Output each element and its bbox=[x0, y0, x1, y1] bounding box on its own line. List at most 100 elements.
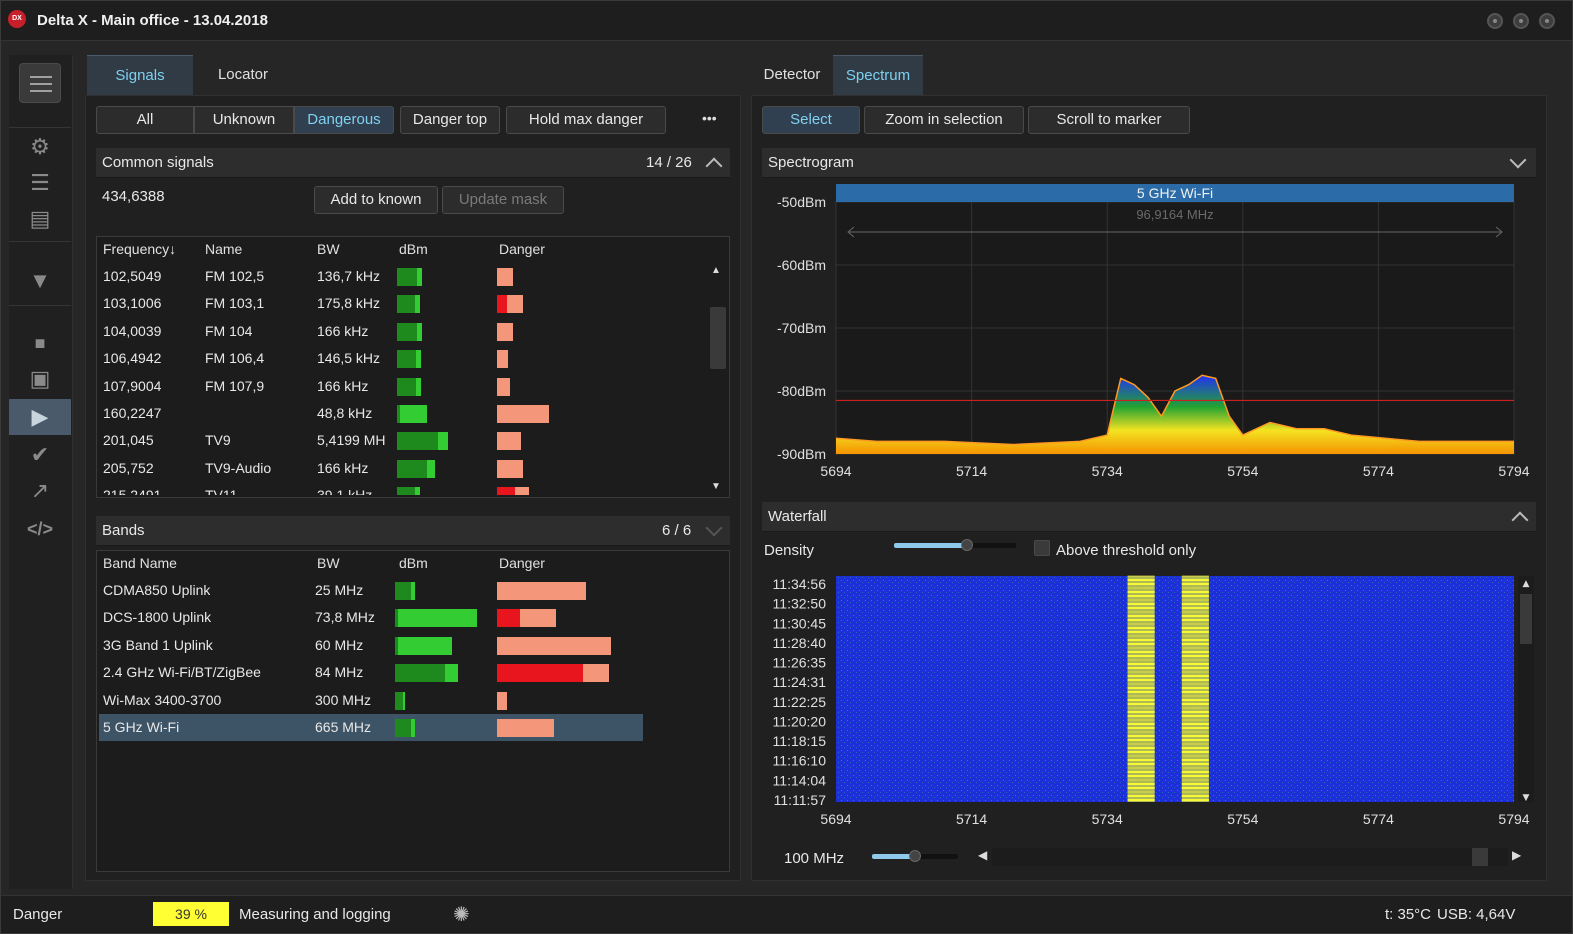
scroll-up-icon[interactable]: ▲ bbox=[711, 265, 721, 276]
scroll-up-icon[interactable]: ▲ bbox=[1523, 579, 1530, 589]
bands-header[interactable]: Bands 6 / 6 bbox=[96, 516, 730, 546]
table-row[interactable]: CDMA850 Uplink 25 MHz bbox=[99, 577, 643, 604]
danger-bar bbox=[497, 268, 597, 286]
col-name[interactable]: Name bbox=[205, 241, 242, 257]
tab-locator[interactable]: Locator bbox=[193, 55, 293, 95]
cell-name: TV9 bbox=[205, 432, 231, 449]
col-band-danger[interactable]: Danger bbox=[499, 555, 545, 571]
waterfall-header[interactable]: Waterfall bbox=[762, 502, 1536, 532]
antenna-icon[interactable]: ▼ bbox=[9, 263, 71, 299]
danger-bar bbox=[497, 487, 597, 495]
danger-bar bbox=[497, 350, 597, 369]
filter-dangerous-button[interactable]: Dangerous bbox=[294, 106, 394, 134]
image-icon[interactable]: ▣ bbox=[9, 361, 71, 397]
select-button[interactable]: Select bbox=[762, 106, 860, 134]
density-slider[interactable] bbox=[894, 539, 1016, 551]
add-to-known-button[interactable]: Add to known bbox=[314, 186, 438, 214]
col-danger[interactable]: Danger bbox=[499, 241, 545, 257]
filter-unknown-button[interactable]: Unknown bbox=[194, 106, 294, 134]
collapse-up-icon[interactable] bbox=[1511, 511, 1529, 529]
minimize-button[interactable] bbox=[1487, 13, 1503, 29]
danger-percent-badge: 39 % bbox=[153, 902, 229, 926]
table-row[interactable]: 5 GHz Wi-Fi 665 MHz bbox=[99, 714, 643, 741]
horizontal-scrollbar[interactable] bbox=[992, 848, 1508, 866]
tab-signals[interactable]: Signals bbox=[87, 55, 193, 95]
danger-top-button[interactable]: Danger top bbox=[400, 106, 500, 134]
app-logo-icon: DX bbox=[8, 10, 26, 28]
zoom-in-selection-button[interactable]: Zoom in selection bbox=[864, 106, 1024, 134]
hold-max-danger-button[interactable]: Hold max danger bbox=[506, 106, 666, 134]
spectrogram-chart[interactable]: 5694 5714 5734 5754 5774 5794 -50dBm -60dBm -70d… bbox=[762, 184, 1536, 494]
signals-scrollbar[interactable]: ▲ ▼ bbox=[709, 263, 727, 495]
table-row[interactable]: 106,4942 FM 106,4 146,5 kHz bbox=[99, 345, 707, 372]
cell-freq: 106,4942 bbox=[103, 350, 162, 367]
table-row[interactable]: 102,5049 FM 102,5 136,7 kHz bbox=[99, 263, 707, 290]
gear-icon[interactable]: ⚙ bbox=[9, 129, 71, 165]
table-row[interactable]: DCS-1800 Uplink 73,8 MHz bbox=[99, 604, 643, 631]
col-bw[interactable]: BW bbox=[317, 241, 340, 257]
tab-detector[interactable]: Detector bbox=[751, 55, 833, 95]
stop-icon[interactable]: ■ bbox=[9, 325, 71, 361]
scroll-thumb[interactable] bbox=[710, 307, 726, 369]
col-frequency[interactable]: Frequency↓ bbox=[103, 241, 176, 257]
play-icon[interactable]: ▶ bbox=[9, 399, 71, 435]
time-tick-label: 11:26:35 bbox=[773, 655, 827, 671]
trend-icon[interactable]: ↗ bbox=[9, 473, 71, 509]
span-slider[interactable] bbox=[872, 850, 958, 862]
cell-freq: 103,1006 bbox=[103, 295, 162, 312]
table-row[interactable]: 3G Band 1 Uplink 60 MHz bbox=[99, 632, 643, 659]
waterfall-scroll-thumb[interactable] bbox=[1520, 594, 1532, 644]
span-slider-knob[interactable] bbox=[909, 850, 921, 862]
scroll-down-icon[interactable]: ▼ bbox=[711, 481, 721, 492]
x-tick-label: 5694 bbox=[820, 811, 851, 827]
cell-bw: 5,4199 MH bbox=[317, 432, 386, 449]
scroll-left-icon[interactable]: ◀ bbox=[978, 848, 987, 862]
scroll-right-icon[interactable]: ▶ bbox=[1512, 848, 1521, 862]
cell-freq: 160,2247 bbox=[103, 405, 162, 421]
maximize-button[interactable] bbox=[1513, 13, 1529, 29]
signals-table[interactable]: Frequency↓ Name BW dBm Danger 102,5049 FM… bbox=[96, 236, 730, 498]
filter-all-button[interactable]: All bbox=[96, 106, 194, 134]
bands-table[interactable]: Band Name BW dBm Danger CDMA850 Uplink 25… bbox=[96, 550, 730, 872]
collapse-up-icon[interactable] bbox=[705, 157, 723, 175]
expand-down-icon[interactable] bbox=[705, 519, 723, 537]
above-threshold-checkbox[interactable] bbox=[1034, 540, 1050, 556]
cell-name: TV9-Audio bbox=[205, 459, 272, 476]
common-signals-header[interactable]: Common signals 14 / 26 bbox=[96, 148, 730, 178]
spectrogram-header[interactable]: Spectrogram bbox=[762, 148, 1536, 178]
clipboard-icon[interactable]: ▤ bbox=[9, 201, 71, 237]
h-scroll-thumb[interactable] bbox=[1472, 848, 1488, 866]
density-slider-knob[interactable] bbox=[961, 539, 974, 551]
close-button[interactable] bbox=[1539, 13, 1555, 29]
table-row[interactable]: 104,0039 FM 104 166 kHz bbox=[99, 318, 707, 345]
tab-spectrum[interactable]: Spectrum bbox=[833, 55, 923, 95]
col-band-dbm[interactable]: dBm bbox=[399, 555, 428, 571]
code-icon[interactable]: </> bbox=[9, 511, 71, 547]
table-row[interactable]: Wi-Max 3400-3700 300 MHz bbox=[99, 687, 643, 714]
col-band-bw[interactable]: BW bbox=[317, 555, 340, 571]
table-row[interactable]: 215,2491 TV11 39,1 kHz bbox=[99, 482, 707, 495]
table-row[interactable]: 205,752 TV9-Audio 166 kHz bbox=[99, 455, 707, 482]
expand-down-icon[interactable] bbox=[1509, 151, 1527, 169]
table-row[interactable]: 201,045 TV9 5,4199 MH bbox=[99, 427, 707, 454]
more-options-button[interactable]: ••• bbox=[702, 110, 717, 126]
waterfall-chart[interactable]: 11:34:56 11:32:50 11:30:45 11:28:40 11:26:35… bbox=[762, 574, 1536, 838]
cell-bw: 665 MHz bbox=[315, 719, 372, 735]
col-band-name[interactable]: Band Name bbox=[103, 555, 177, 571]
scroll-to-marker-button[interactable]: Scroll to marker bbox=[1028, 106, 1190, 134]
menu-icon[interactable] bbox=[19, 63, 61, 103]
danger-bar bbox=[497, 636, 611, 655]
table-row[interactable]: 2.4 GHz Wi-Fi/BT/ZigBee 84 MHz bbox=[99, 659, 643, 686]
update-mask-button[interactable]: Update mask bbox=[442, 186, 564, 214]
table-row[interactable]: 160,2247 48,8 kHz bbox=[99, 400, 707, 427]
cell-freq: 205,752 bbox=[103, 459, 154, 476]
table-row[interactable]: 103,1006 FM 103,1 175,8 kHz bbox=[99, 290, 707, 317]
shield-check-icon[interactable]: ✔ bbox=[9, 437, 71, 473]
time-tick-label: 11:28:40 bbox=[773, 635, 827, 651]
col-dbm[interactable]: dBm bbox=[399, 241, 428, 257]
scroll-down-icon[interactable]: ▼ bbox=[1523, 793, 1530, 803]
list-icon[interactable]: ☰ bbox=[9, 165, 71, 201]
table-row[interactable]: 107,9004 FM 107,9 166 kHz bbox=[99, 373, 707, 400]
x-tick-label: 5794 bbox=[1498, 811, 1529, 827]
danger-bar bbox=[497, 405, 597, 423]
